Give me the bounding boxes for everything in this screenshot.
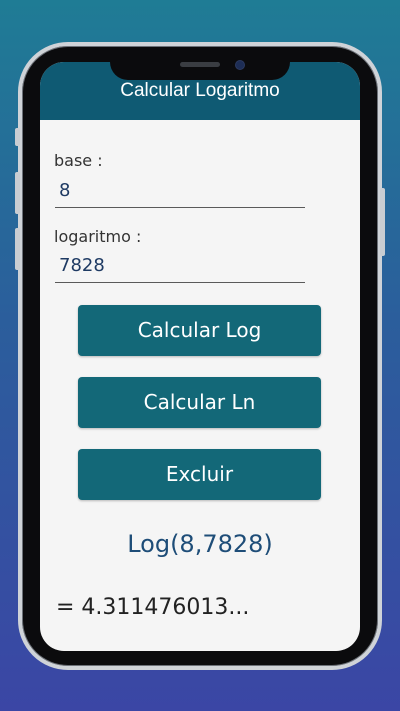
app-screen: Calcular Logaritmo base : logaritmo : Ca… <box>40 62 360 651</box>
phone-side-button <box>15 128 20 146</box>
clear-button[interactable]: Excluir <box>78 449 321 500</box>
result-value: = 4.311476013... <box>56 595 250 620</box>
phone-notch <box>110 50 290 80</box>
page-title: Calcular Logaritmo <box>120 80 280 101</box>
calculate-ln-button[interactable]: Calcular Ln <box>78 377 321 428</box>
base-input[interactable] <box>55 174 305 208</box>
camera-icon <box>236 61 244 69</box>
phone-power-button <box>380 188 385 256</box>
logarithm-input[interactable] <box>55 249 305 283</box>
logarithm-label: logaritmo : <box>54 227 142 246</box>
base-label: base : <box>54 151 103 170</box>
speaker-icon <box>180 62 220 67</box>
log-expression: Log(8,7828) <box>127 530 273 558</box>
phone-volume-down-button <box>15 228 20 270</box>
phone-volume-up-button <box>15 172 20 214</box>
calculate-log-button[interactable]: Calcular Log <box>78 305 321 356</box>
